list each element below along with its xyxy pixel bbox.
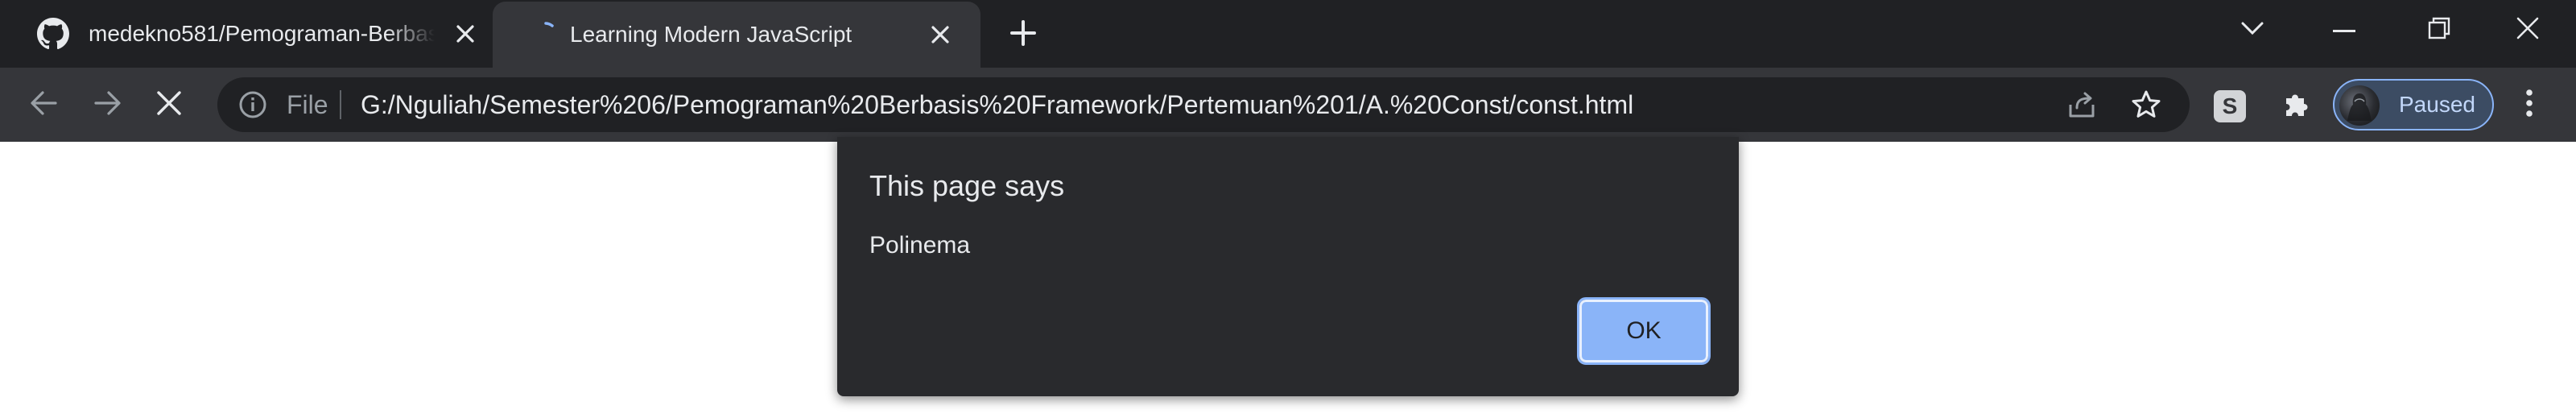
tab-github[interactable]: medekno581/Pemograman-Berbasis-Framework — [0, 0, 493, 68]
dialog-message: Polinema — [869, 232, 971, 259]
extensions-button[interactable] — [2277, 87, 2315, 126]
restore-icon — [2428, 17, 2450, 43]
profile-button[interactable]: Paused — [2333, 79, 2494, 130]
new-tab-button[interactable] — [1005, 16, 1042, 53]
tab-title: Learning Modern JavaScript — [570, 22, 852, 47]
avatar — [2339, 85, 2380, 126]
extension-s-label: S — [2222, 93, 2238, 118]
minimize-button[interactable] — [2320, 10, 2368, 50]
scheme-label: File — [287, 90, 328, 119]
minimize-icon — [2333, 23, 2355, 37]
star-icon[interactable] — [2128, 87, 2164, 122]
github-icon — [37, 18, 69, 50]
close-icon[interactable] — [448, 16, 483, 52]
address-bar[interactable]: File G:/Nguliah/Semester%206/Pemograman%… — [217, 77, 2190, 132]
window-close-button[interactable] — [2504, 10, 2552, 50]
plus-icon — [1009, 19, 1037, 51]
close-icon — [155, 89, 183, 121]
forward-button[interactable] — [89, 85, 127, 124]
tab-strip: medekno581/Pemograman-Berbasis-Framework… — [0, 0, 2576, 68]
ok-button[interactable]: OK — [1577, 297, 1711, 365]
dialog-title: This page says — [869, 169, 1065, 202]
loading-spinner-icon — [530, 19, 562, 51]
tab-title: medekno581/Pemograman-Berbasis-Framework — [89, 21, 435, 46]
divider — [340, 90, 341, 119]
arrow-left-icon — [28, 88, 59, 122]
profile-status-label: Paused — [2399, 92, 2475, 117]
close-icon[interactable] — [923, 17, 958, 52]
restore-button[interactable] — [2415, 10, 2463, 50]
browser-window: medekno581/Pemograman-Berbasis-Framework… — [0, 0, 2576, 414]
menu-button[interactable] — [2510, 85, 2549, 124]
close-icon — [2516, 16, 2540, 44]
tab-learning-modern-javascript[interactable]: Learning Modern JavaScript — [493, 2, 980, 68]
url-text[interactable]: G:/Nguliah/Semester%206/Pemograman%20Ber… — [361, 77, 1633, 132]
back-button[interactable] — [24, 85, 63, 124]
info-icon[interactable] — [238, 90, 267, 119]
share-icon[interactable] — [2064, 87, 2099, 122]
more-vertical-icon — [2524, 87, 2534, 123]
chevron-down-icon — [2240, 20, 2264, 40]
extension-s-button[interactable]: S — [2214, 90, 2246, 122]
alert-dialog: This page says Polinema OK — [837, 137, 1739, 396]
tab-search-button[interactable] — [2228, 10, 2277, 50]
arrow-right-icon — [93, 88, 123, 122]
puzzle-icon — [2280, 89, 2312, 125]
stop-loading-button[interactable] — [150, 85, 188, 124]
